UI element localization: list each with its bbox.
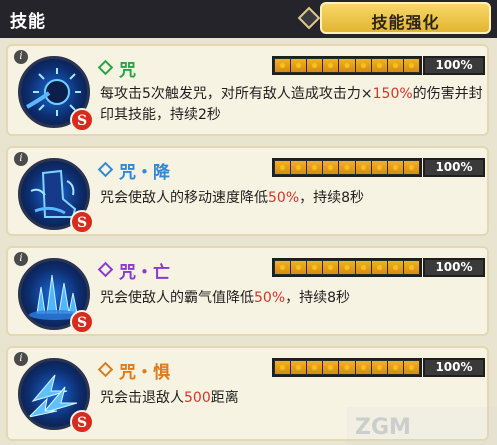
skill-level-percent: 100%	[423, 358, 485, 377]
skill-name: 咒・亡	[97, 258, 170, 283]
rank-s-badge: S	[70, 410, 94, 434]
diamond-icon	[97, 261, 114, 278]
skill-description: 咒会使敌人的移动速度降低50%，持续8秒	[100, 190, 365, 206]
info-icon[interactable]: i	[14, 252, 28, 266]
diamond-icon	[97, 59, 114, 76]
diamond-icon	[97, 361, 114, 378]
skill-name: 咒・惧	[97, 358, 170, 383]
skill-level-percent: 100%	[423, 56, 485, 75]
info-icon[interactable]: i	[14, 50, 28, 64]
info-icon[interactable]: i	[14, 352, 28, 366]
skill-description: 咒会击退敌人500距离	[100, 390, 239, 406]
skill-card-curse[interactable]: i S 咒 100% 每攻击5次触发咒，对所有敌人造成攻击力×150%的伤害并封…	[6, 44, 489, 136]
tab-skill-enhance[interactable]: 技能强化	[320, 2, 491, 34]
rank-s-badge: S	[70, 310, 94, 334]
skill-card-curse-slow[interactable]: i S 咒・降 100% 咒会使敌人的移动速度降低50%，持续8秒	[6, 146, 489, 236]
skill-level-percent: 100%	[423, 258, 485, 277]
rank-s-badge: S	[70, 210, 94, 234]
skill-card-curse-doom[interactable]: i S 咒・亡 100% 咒会使敌人的霸气值降低50%，持续8秒	[6, 246, 489, 336]
tab-skill-enhance-label: 技能强化	[371, 13, 440, 32]
skill-name-text: 咒・惧	[119, 363, 170, 383]
skill-level-bar	[272, 56, 422, 75]
page-title: 技能	[10, 12, 46, 32]
rank-s-badge: S	[70, 108, 94, 132]
skill-description: 每攻击5次触发咒，对所有敌人造成攻击力×150%的伤害并封印其技能，持续2秒	[100, 86, 483, 123]
svg-text:ZGM: ZGM	[355, 415, 411, 440]
skill-name-text: 咒	[119, 61, 136, 81]
watermark-logo: ZGM	[347, 407, 497, 445]
skill-name-text: 咒・亡	[119, 263, 170, 283]
top-bar: 技能 技能强化	[0, 0, 497, 38]
info-icon[interactable]: i	[14, 152, 28, 166]
skill-name-text: 咒・降	[119, 163, 170, 183]
skill-level-percent: 100%	[423, 158, 485, 177]
skill-description: 咒会使敌人的霸气值降低50%，持续8秒	[100, 290, 351, 306]
skill-level-bar	[272, 158, 422, 177]
diamond-icon	[97, 161, 114, 178]
skill-name: 咒	[97, 56, 136, 81]
skill-name: 咒・降	[97, 158, 170, 183]
header-divider-ornament	[297, 6, 321, 30]
skill-level-bar	[272, 258, 422, 277]
skill-level-bar	[272, 358, 422, 377]
